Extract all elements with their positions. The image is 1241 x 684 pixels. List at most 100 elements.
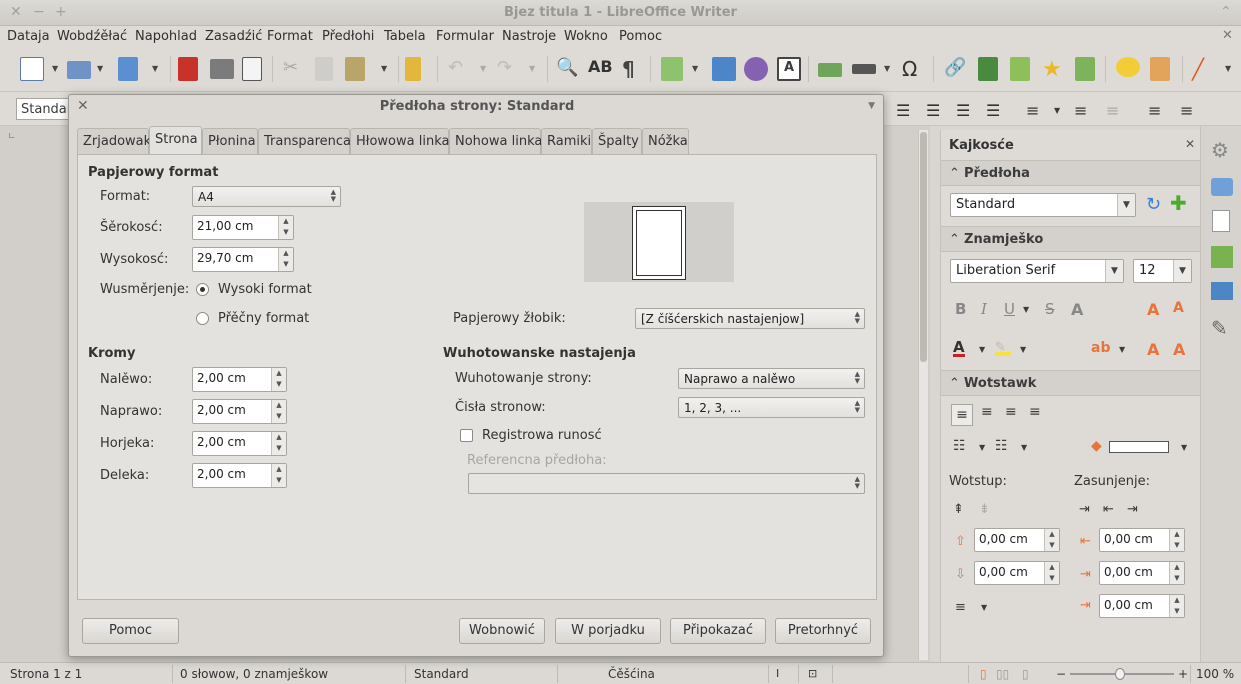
- align-center-icon[interactable]: ☰: [926, 101, 940, 120]
- menu-icon[interactable]: ⌃: [1220, 4, 1232, 20]
- chevron-down-icon[interactable]: ▼: [979, 443, 985, 452]
- format-select[interactable]: A4 ▲ ▼: [192, 186, 341, 207]
- tab-borders[interactable]: Ramiki: [541, 128, 592, 154]
- formatting-marks-icon[interactable]: ¶: [622, 57, 646, 81]
- align-right-icon[interactable]: ☰: [896, 101, 910, 120]
- paste-icon[interactable]: [345, 57, 365, 81]
- spin-buttons[interactable]: ▲ ▼: [1044, 562, 1059, 584]
- hyperlink-icon[interactable]: 🔗: [944, 57, 968, 81]
- height-spin[interactable]: 29,70 cm ▲ ▼: [192, 247, 294, 272]
- chevron-down-icon[interactable]: ▼: [1023, 305, 1029, 314]
- styles-icon[interactable]: [1211, 246, 1233, 268]
- cross-reference-icon[interactable]: [1075, 57, 1095, 81]
- menu-table[interactable]: Tabela: [384, 29, 426, 44]
- decrease-indent-icon[interactable]: ⇤: [1103, 502, 1114, 517]
- new-style-icon[interactable]: ✚: [1170, 191, 1187, 215]
- chevron-down-icon[interactable]: ▼: [1021, 443, 1027, 452]
- spin-buttons[interactable]: ▲ ▼: [1169, 529, 1184, 551]
- zoom-out-icon[interactable]: −: [1056, 667, 1066, 681]
- style-section-header[interactable]: ⌃ Předłoha: [941, 160, 1200, 186]
- comment-icon[interactable]: [1116, 57, 1140, 77]
- spin-buttons[interactable]: ▲ ▼: [271, 464, 286, 487]
- chevron-down-icon[interactable]: ▼: [981, 603, 987, 612]
- menu-edit[interactable]: Wobdźěłać: [57, 29, 127, 44]
- tab-area[interactable]: Płonina: [202, 128, 258, 154]
- insert-image-icon[interactable]: [712, 57, 736, 81]
- page-break-icon[interactable]: [818, 63, 842, 77]
- spin-buttons[interactable]: ▲ ▼: [1169, 595, 1184, 617]
- superscript-icon[interactable]: A: [1147, 340, 1159, 359]
- book-view-icon[interactable]: ▯: [1022, 667, 1029, 681]
- insert-field-icon[interactable]: [852, 64, 876, 74]
- italic-icon[interactable]: I: [981, 300, 987, 318]
- apply-button[interactable]: Připokazać: [670, 618, 766, 644]
- find-replace-icon[interactable]: 🔍: [556, 57, 580, 81]
- gear-icon[interactable]: ⚙: [1211, 138, 1229, 162]
- bold-icon[interactable]: B: [955, 300, 966, 318]
- font-name-combo[interactable]: Liberation Serif ▼: [950, 259, 1124, 283]
- grow-font-icon[interactable]: A: [1147, 300, 1159, 319]
- register-true-label[interactable]: Registrowa runosć: [482, 428, 602, 443]
- underline-icon[interactable]: U: [1004, 300, 1015, 318]
- bullets-icon[interactable]: ☷: [953, 438, 966, 454]
- selection-mode-icon[interactable]: ⊡: [808, 667, 817, 680]
- gallery-icon[interactable]: [1211, 282, 1233, 300]
- tab-columns[interactable]: Špalty: [592, 128, 642, 154]
- navigator-icon[interactable]: ✎: [1211, 316, 1228, 340]
- text-box-icon[interactable]: A: [777, 57, 801, 81]
- align-right-icon[interactable]: ☰: [956, 101, 970, 120]
- align-left-icon[interactable]: ≡: [951, 404, 973, 426]
- align-center-icon[interactable]: ≡: [981, 404, 993, 420]
- font-size-combo[interactable]: 12 ▼: [1133, 259, 1192, 283]
- menu-styles[interactable]: Předłohi: [322, 29, 374, 44]
- chevron-down-icon[interactable]: ▼: [868, 101, 875, 111]
- width-spin[interactable]: 21,00 cm ▲ ▼: [192, 215, 294, 240]
- export-pdf-icon[interactable]: [178, 57, 198, 81]
- chevron-down-icon[interactable]: ▼: [1105, 260, 1123, 282]
- menu-window[interactable]: Wokno: [564, 29, 608, 44]
- landscape-label[interactable]: Přěčny format: [218, 311, 309, 326]
- spin-buttons[interactable]: ▲ ▼: [271, 432, 286, 455]
- spelling-icon[interactable]: AB: [588, 57, 613, 81]
- insert-chart-icon[interactable]: [744, 57, 768, 81]
- spin-buttons[interactable]: ▲ ▼: [271, 400, 286, 423]
- font-color-icon[interactable]: A: [953, 340, 965, 357]
- character-section-header[interactable]: ⌃ Znamješko: [941, 226, 1200, 252]
- insert-table-icon[interactable]: [661, 57, 683, 81]
- page-icon[interactable]: [1212, 210, 1230, 232]
- register-true-checkbox[interactable]: [460, 429, 473, 442]
- menu-form[interactable]: Formular: [436, 29, 494, 44]
- line-spacing-icon[interactable]: ≡: [955, 600, 966, 615]
- before-text-spin[interactable]: 0,00 cm ▲ ▼: [1099, 528, 1185, 552]
- chevron-down-icon[interactable]: ▼: [979, 345, 985, 354]
- character-spacing-icon[interactable]: ab: [1091, 340, 1110, 356]
- footnote-icon[interactable]: [978, 57, 998, 81]
- redo-icon[interactable]: ↷: [497, 57, 521, 81]
- margin-top-spin[interactable]: 2,00 cm ▲ ▼: [192, 431, 287, 456]
- page-numbers-select[interactable]: 1, 2, 3, ... ▲ ▼: [678, 397, 865, 418]
- paragraph-section-header[interactable]: ⌃ Wotstawk: [941, 370, 1200, 396]
- zoom-level[interactable]: 100 %: [1196, 667, 1234, 681]
- shrink-font-icon[interactable]: A: [1173, 300, 1184, 316]
- margin-right-spin[interactable]: 2,00 cm ▲ ▼: [192, 399, 287, 424]
- chevron-down-icon[interactable]: ▼: [692, 64, 698, 73]
- page-layout-select[interactable]: Naprawo a nalěwo ▲ ▼: [678, 368, 865, 389]
- undo-icon[interactable]: ↶: [448, 57, 472, 81]
- line-icon[interactable]: ╱: [1192, 57, 1216, 81]
- menu-view[interactable]: Napohlad: [135, 29, 197, 44]
- chevron-down-icon[interactable]: ▼: [381, 64, 387, 73]
- chevron-down-icon[interactable]: ▼: [1181, 443, 1187, 452]
- properties-icon[interactable]: [1211, 178, 1233, 196]
- chevron-down-icon[interactable]: ▼: [1119, 345, 1125, 354]
- scrollbar-thumb[interactable]: [920, 132, 927, 362]
- help-button[interactable]: Pomoc: [82, 618, 179, 644]
- margin-left-spin[interactable]: 2,00 cm ▲ ▼: [192, 367, 287, 392]
- open-folder-icon[interactable]: [67, 61, 91, 79]
- zoom-in-icon[interactable]: +: [1178, 667, 1188, 681]
- chevron-down-icon[interactable]: ▼: [480, 64, 486, 73]
- portrait-label[interactable]: Wysoki format: [218, 282, 312, 297]
- reset-button[interactable]: Wobnowić: [459, 618, 545, 644]
- justify-icon[interactable]: ☰: [986, 101, 1000, 120]
- after-text-spin[interactable]: 0,00 cm ▲ ▼: [1099, 561, 1185, 585]
- align-right-icon[interactable]: ≡: [1005, 404, 1017, 420]
